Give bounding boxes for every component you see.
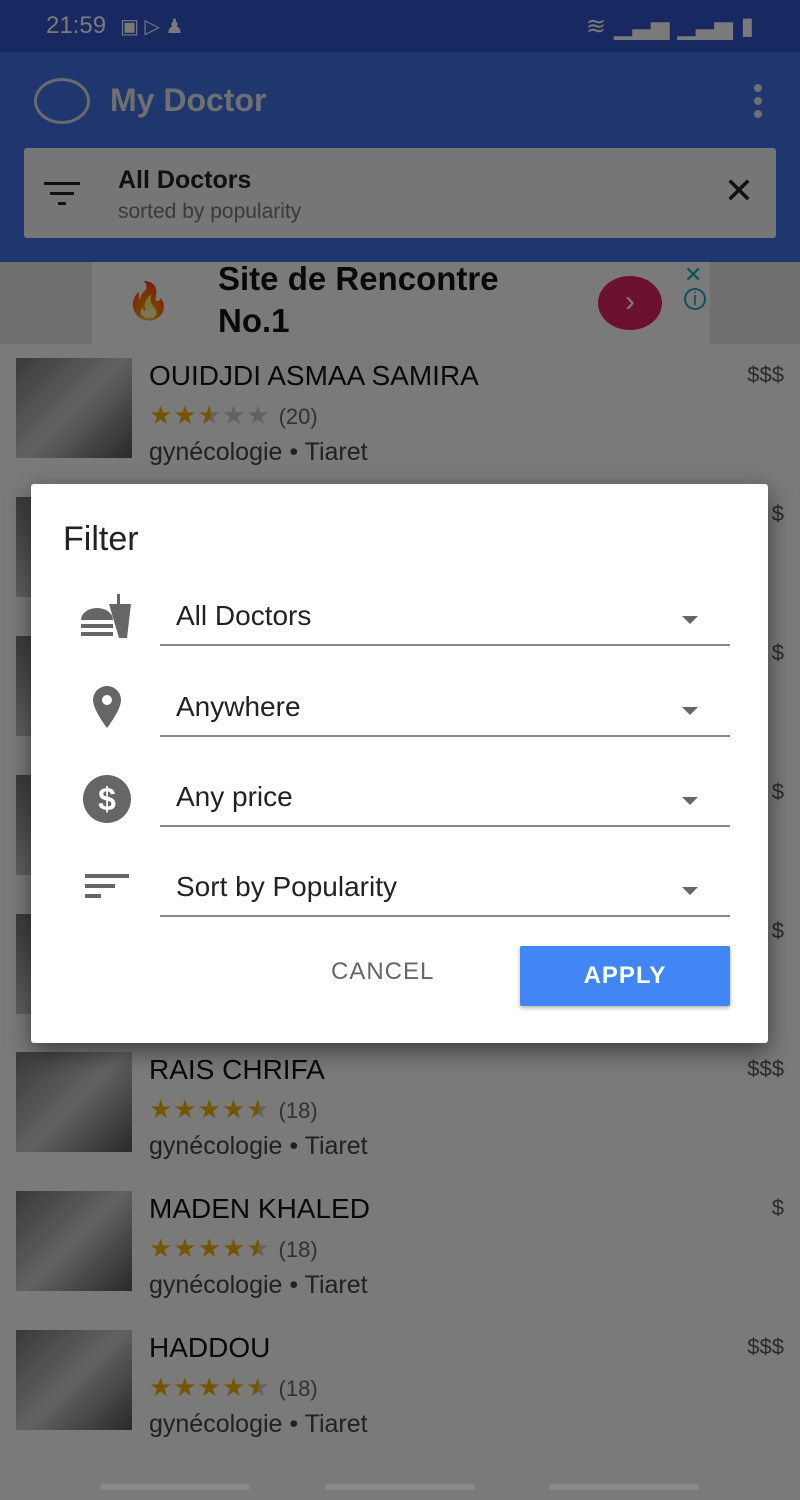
restaurant-icon [81,594,131,638]
dropdown-arrow-icon [682,707,698,715]
review-count: (18) [278,1376,318,1401]
filter-dialog: Filter All Doctors Anywhere $ Any price … [31,484,768,1043]
app-bar: My Doctor All Doctors sorted by populari… [0,52,800,262]
location-value: Anywhere [176,691,301,722]
dollar-icon: $ [83,775,131,823]
cancel-button[interactable]: CANCEL [331,958,434,986]
category-select[interactable]: All Doctors [160,586,730,646]
price-level: $ [771,640,784,665]
price-level: $$$ [747,362,784,387]
doctor-name: MADEN KHALED [149,1193,370,1224]
dropdown-arrow-icon [682,887,698,895]
active-filter-bar[interactable]: All Doctors sorted by popularity ✕ [24,148,776,238]
doctor-photo [16,1191,132,1291]
doctor-name: RAIS CHRIFA [149,1054,325,1085]
price-level: $ [771,918,784,943]
doctor-list-item[interactable]: RAIS CHRIFA $$$ ★★★★★ (18) gynécologie • … [0,1038,800,1177]
star-rating: ★★★★★ (20) [149,400,318,430]
specialty-city: gynécologie • Tiaret [149,1271,368,1299]
specialty-city: gynécologie • Tiaret [149,438,368,466]
doctor-photo [16,1052,132,1152]
dropdown-arrow-icon [682,797,698,805]
review-count: (18) [278,1098,318,1123]
star-rating: ★★★★★ (18) [149,1372,318,1402]
doctor-list-item[interactable]: HADDOU $$$ ★★★★★ (18) gynécologie • Tiare… [0,1316,800,1455]
ad-close-icon[interactable]: ✕ [684,262,702,288]
signal-icon: ▁▃▅ [614,12,670,40]
doctor-photo [16,358,132,458]
doctor-list-item[interactable]: MADEN KHALED $ ★★★★★ (18) gynécologie • T… [0,1177,800,1316]
doctor-list-item[interactable]: OUIDJDI ASMAA SAMIRA $$$ ★★★★★ (20) gynéc… [0,344,800,483]
location-select[interactable]: Anywhere [160,677,730,737]
ad-info-icon[interactable]: i [684,288,706,310]
price-select[interactable]: Any price [160,767,730,827]
app-title: My Doctor [110,82,267,118]
price-level: $ [771,501,784,526]
signal-icon: ▁▃▅ [677,12,733,40]
clear-filter-button[interactable]: ✕ [724,170,754,212]
wifi-icon: ≋ [585,12,607,40]
doctor-logo-icon [34,78,90,124]
filter-icon [44,182,80,205]
review-count: (20) [278,404,318,429]
more-options-button[interactable] [748,84,768,118]
category-value: All Doctors [176,600,312,631]
price-level: $ [771,779,784,804]
specialty-city: gynécologie • Tiaret [149,1410,368,1438]
svg-text:$: $ [98,781,116,817]
notification-icons: ▣ ▷ ♟ [120,15,184,38]
nav-bar-handle[interactable] [549,1484,699,1490]
doctor-name: OUIDJDI ASMAA SAMIRA [149,360,479,391]
ad-open-button[interactable]: › [598,276,662,330]
star-rating: ★★★★★ (18) [149,1233,318,1263]
sort-icon [85,874,129,898]
ad-text: Site de Rencontre No.1 [218,260,499,339]
filter-title: All Doctors [118,166,252,194]
sort-select[interactable]: Sort by Popularity [160,857,730,917]
dropdown-arrow-icon [682,616,698,624]
price-level: $$$ [747,1334,784,1359]
nav-bar-handle[interactable] [100,1484,250,1490]
specialty-city: gynécologie • Tiaret [149,1132,368,1160]
dialog-title: Filter [63,520,139,558]
sort-value: Sort by Popularity [176,871,397,902]
status-bar: 21:59 ▣ ▷ ♟ ≋ ▁▃▅ ▁▃▅ ▮ [0,0,800,52]
battery-charging-icon: ▮ [740,12,754,40]
price-value: Any price [176,781,293,812]
doctor-name: HADDOU [149,1332,271,1363]
flame-icon: 🔥 [126,280,171,321]
system-icons: ≋ ▁▃▅ ▁▃▅ ▮ [586,12,754,41]
star-rating: ★★★★★ (18) [149,1094,318,1124]
price-level: $ [771,1195,784,1220]
price-level: $$$ [747,1056,784,1081]
apply-button[interactable]: APPLY [520,946,730,1006]
review-count: (18) [278,1237,318,1262]
ad-banner[interactable]: 🔥 Site de Rencontre No.1 › ✕ i [0,260,800,344]
doctor-photo [16,1330,132,1430]
nav-bar-handle[interactable] [325,1484,475,1490]
location-pin-icon [93,686,121,728]
filter-subtitle: sorted by popularity [118,200,302,223]
status-time: 21:59 [46,12,107,39]
